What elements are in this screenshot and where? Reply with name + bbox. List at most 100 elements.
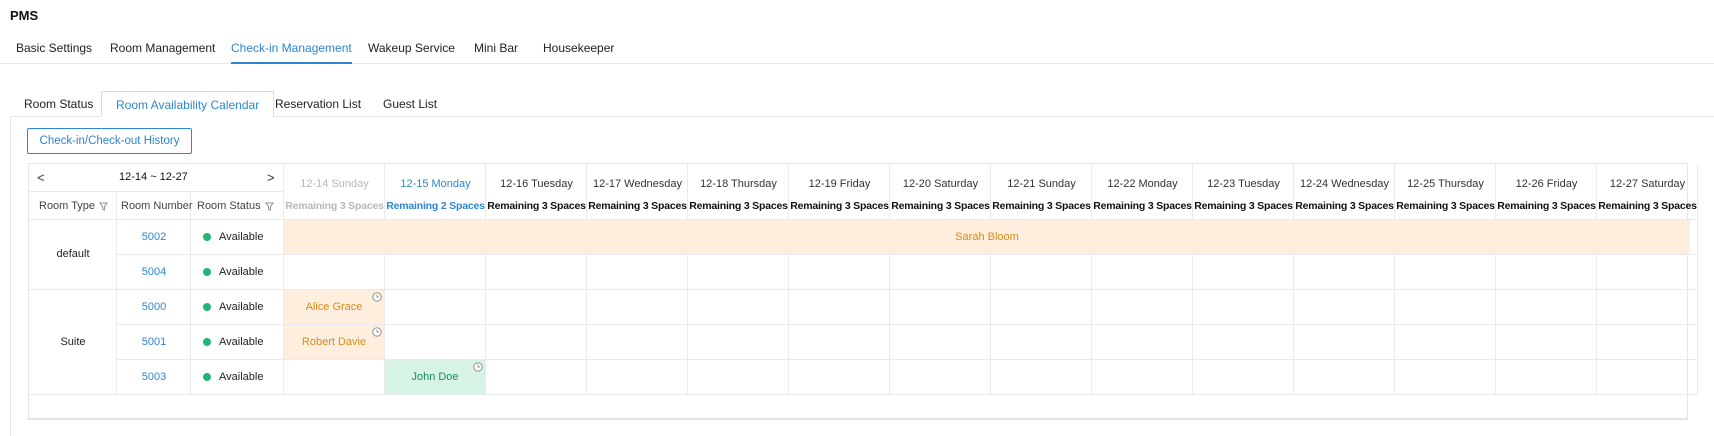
subtab-room-availability-calendar[interactable]: Room Availability Calendar [101,91,275,117]
calendar-day-cell[interactable] [486,325,587,360]
calendar-day-cell[interactable] [1597,325,1698,360]
date-label: 12-21 Sunday [1007,178,1076,190]
calendar-day-cell[interactable] [1395,255,1496,290]
calendar-day-cell[interactable] [789,360,890,395]
calendar-day-cell[interactable] [688,360,789,395]
calendar-day-cell[interactable] [587,255,688,290]
remaining-spaces-label: Remaining 3 Spaces [285,200,384,212]
calendar-day-cell[interactable] [688,290,789,325]
room-number-link[interactable]: 5003 [117,371,191,383]
calendar-day-cell[interactable] [1294,255,1395,290]
date-column-header: 12-26 Friday Remaining 3 Spaces [1496,164,1597,220]
calendar-day-cell[interactable] [1294,325,1395,360]
room-number-link[interactable]: 5000 [117,301,191,313]
room-number-link[interactable]: 5002 [117,231,191,243]
calendar-day-cell[interactable] [587,290,688,325]
calendar-day-cell[interactable] [1193,360,1294,395]
calendar-day-cell[interactable] [890,290,991,325]
calendar-day-cell[interactable] [1496,360,1597,395]
tab-wakeup-service[interactable]: Wakeup Service [368,40,455,64]
date-label: 12-25 Thursday [1407,178,1484,190]
top-nav-tabs: Basic Settings Room Management Check-in … [0,36,1714,64]
tab-basic-settings[interactable]: Basic Settings [16,40,92,64]
calendar-day-cell[interactable] [1092,255,1193,290]
tab-mini-bar[interactable]: Mini Bar [474,40,518,64]
calendar-day-cell[interactable] [890,255,991,290]
calendar-day-cell[interactable] [1395,360,1496,395]
calendar-day-cell[interactable] [587,360,688,395]
filter-icon[interactable] [264,202,274,211]
date-column-header: 12-17 Wednesday Remaining 3 Spaces [587,164,688,220]
room-status-cell: Available [191,360,284,395]
booking-block[interactable]: Alice Grace [284,290,384,324]
calendar-day-cell[interactable] [1496,290,1597,325]
calendar-day-cell[interactable] [789,325,890,360]
clock-icon [473,362,483,372]
room-availability-calendar: < 12-14 ~ 12-27 > Room Type Room Number … [28,163,1698,420]
room-status-header-label: Room Status [197,200,261,212]
guest-name: Alice Grace [305,301,363,313]
calendar-day-cell[interactable] [587,325,688,360]
calendar-day-cell[interactable] [688,325,789,360]
date-label: 12-16 Tuesday [500,178,573,190]
room-number-link[interactable]: 5001 [117,336,191,348]
calendar-day-cell[interactable] [486,255,587,290]
room-number-link[interactable]: 5004 [117,266,191,278]
calendar-day-cell[interactable] [890,360,991,395]
subtab-room-status[interactable]: Room Status [24,91,93,117]
date-column-header: 12-22 Monday Remaining 3 Spaces [1092,164,1193,220]
calendar-day-cell[interactable] [385,290,486,325]
calendar-day-cell[interactable] [486,290,587,325]
room-type-cell: default [29,220,117,290]
calendar-day-cell[interactable] [1193,290,1294,325]
calendar-day-cell[interactable] [385,325,486,360]
date-column-header: 12-27 Saturday Remaining 3 Spaces [1597,164,1698,220]
booking-block[interactable]: Robert Davie [284,325,384,359]
calendar-day-cell[interactable] [1294,290,1395,325]
calendar-day-cell[interactable] [688,255,789,290]
room-status-cell: Available [191,290,284,325]
room-type-name: default [56,248,90,260]
calendar-day-cell[interactable] [1193,325,1294,360]
calendar-day-cell[interactable] [1496,255,1597,290]
tab-check-in-management[interactable]: Check-in Management [231,40,352,64]
tab-room-management[interactable]: Room Management [110,40,215,64]
calendar-day-cell[interactable] [385,255,486,290]
calendar-day-cell[interactable] [1496,325,1597,360]
calendar-day-cell[interactable] [1092,290,1193,325]
status-dot-icon [203,303,211,312]
subtab-reservation-list[interactable]: Reservation List [275,91,361,117]
prev-week-button[interactable]: < [37,170,45,185]
calendar-day-cell[interactable] [991,360,1092,395]
booking-block[interactable]: Sarah Bloom [284,220,1690,254]
calendar-day-cell[interactable] [1597,360,1698,395]
tab-housekeeper[interactable]: Housekeeper [543,40,614,64]
calendar-day-cell[interactable] [991,290,1092,325]
calendar-day-cell[interactable] [991,325,1092,360]
remaining-spaces-label: Remaining 3 Spaces [1093,200,1192,212]
calendar-day-cell[interactable] [991,255,1092,290]
booking-block[interactable]: John Doe [385,360,485,394]
calendar-day-cell[interactable] [1092,325,1193,360]
next-week-button[interactable]: > [267,170,275,185]
calendar-day-cell[interactable] [1092,360,1193,395]
calendar-day-cell[interactable] [1294,360,1395,395]
check-in-check-out-history-button[interactable]: Check-in/Check-out History [27,128,192,154]
calendar-day-cell[interactable] [284,360,385,395]
calendar-day-cell[interactable] [789,255,890,290]
room-number-cell: 5002 [117,220,191,255]
calendar-day-cell[interactable] [1395,290,1496,325]
date-column-header: 12-21 Sunday Remaining 3 Spaces [991,164,1092,220]
calendar-day-cell[interactable] [1597,290,1698,325]
calendar-day-cell[interactable] [890,325,991,360]
calendar-day-cell[interactable] [1597,255,1698,290]
calendar-day-cell[interactable] [1395,325,1496,360]
room-status-cell: Available [191,255,284,290]
calendar-day-cell[interactable] [1193,255,1294,290]
subtab-guest-list[interactable]: Guest List [383,91,437,117]
calendar-day-cell[interactable] [486,360,587,395]
room-status-text: Available [219,266,264,278]
calendar-day-cell[interactable] [284,255,385,290]
filter-icon[interactable] [99,202,109,211]
calendar-day-cell[interactable] [789,290,890,325]
